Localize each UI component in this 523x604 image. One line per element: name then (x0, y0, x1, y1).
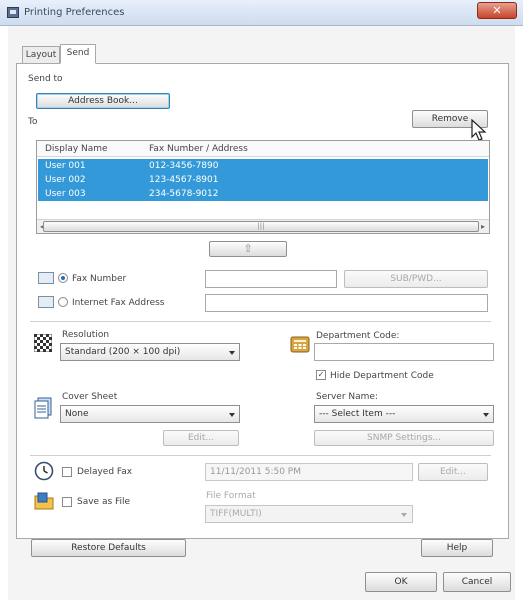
row-display-name: User 003 (45, 189, 86, 199)
internet-fax-radio[interactable] (58, 297, 68, 307)
cover-sheet-edit-button[interactable]: Edit... (163, 430, 239, 446)
delayed-fax-label: Delayed Fax (77, 467, 133, 477)
tab-send[interactable]: Send (60, 44, 96, 64)
department-code-label: Department Code: (316, 331, 400, 341)
snmp-settings-button[interactable]: SNMP Settings... (314, 430, 494, 446)
server-name-select[interactable]: --- Select Item --- (314, 405, 494, 423)
chevron-down-icon (229, 351, 235, 355)
file-format-select[interactable]: TIFF(MULTI) (205, 505, 413, 523)
resolution-label: Resolution (62, 330, 110, 340)
delayed-fax-datetime-value: 11/11/2011 5:50 PM (210, 467, 301, 477)
ok-button[interactable]: OK (365, 572, 437, 592)
table-row[interactable]: User 001 012-3456-7890 (38, 159, 488, 173)
save-as-file-checkbox[interactable] (62, 497, 72, 507)
server-name-value: --- Select Item --- (319, 409, 396, 419)
cover-sheet-icon (34, 397, 52, 419)
send-to-label: Send to (28, 74, 63, 84)
scrollbar-thumb[interactable]: ||| (43, 221, 479, 232)
recipient-list-header: Display Name Fax Number / Address (37, 141, 489, 157)
fax-icon (38, 272, 54, 284)
row-display-name: User 002 (45, 175, 86, 185)
row-fax-number: 234-5678-9012 (149, 189, 219, 199)
internet-fax-icon (38, 296, 54, 308)
table-row[interactable]: User 002 123-4567-8901 (38, 173, 488, 187)
recipient-list[interactable]: Display Name Fax Number / Address User 0… (36, 140, 490, 234)
mouse-cursor-icon (471, 118, 487, 141)
table-row[interactable]: User 003 234-5678-9012 (38, 187, 488, 201)
cover-sheet-label: Cover Sheet (62, 392, 118, 402)
separator (30, 321, 491, 322)
printer-app-icon (7, 7, 19, 18)
cancel-button[interactable]: Cancel (443, 572, 511, 592)
sub-pwd-button[interactable]: SUB/PWD... (344, 270, 488, 288)
restore-defaults-button[interactable]: Restore Defaults (31, 539, 186, 557)
clock-icon (34, 461, 54, 481)
cover-sheet-select[interactable]: None (60, 405, 240, 423)
file-format-value: TIFF(MULTI) (210, 509, 262, 519)
internet-fax-input[interactable] (205, 294, 488, 312)
help-button[interactable]: Help (421, 539, 493, 557)
folder-icon (34, 492, 54, 510)
hide-department-code-checkbox[interactable]: ✓ (316, 370, 326, 380)
hide-department-code-label: Hide Department Code (330, 371, 434, 381)
row-fax-number: 123-4567-8901 (149, 175, 219, 185)
server-name-label: Server Name: (316, 392, 378, 402)
department-code-input[interactable] (314, 343, 494, 361)
chevron-down-icon (229, 413, 235, 417)
row-fax-number: 012-3456-7890 (149, 161, 219, 171)
row-display-name: User 001 (45, 161, 86, 171)
delayed-fax-checkbox[interactable] (62, 467, 72, 477)
column-display-name[interactable]: Display Name (45, 144, 108, 154)
file-format-label: File Format (206, 491, 256, 501)
chevron-down-icon (483, 413, 489, 417)
fax-number-label: Fax Number (72, 274, 127, 284)
internet-fax-label: Internet Fax Address (72, 298, 165, 308)
tab-layout[interactable]: Layout (22, 46, 60, 64)
save-as-file-label: Save as File (77, 497, 131, 507)
fax-number-radio[interactable] (58, 273, 68, 283)
column-fax-number[interactable]: Fax Number / Address (149, 144, 248, 154)
checkerboard-resolution-icon (34, 334, 52, 352)
address-book-button[interactable]: Address Book... (36, 93, 170, 109)
scroll-right-icon[interactable]: ▸ (481, 222, 485, 231)
delayed-fax-edit-button[interactable]: Edit... (418, 463, 488, 481)
to-label: To (28, 117, 38, 127)
resolution-select[interactable]: Standard (200 × 100 dpi) (60, 343, 240, 361)
fax-number-input[interactable] (205, 270, 337, 288)
resolution-value: Standard (200 × 100 dpi) (65, 347, 181, 357)
close-button[interactable]: ✕ (477, 2, 517, 19)
horizontal-scrollbar[interactable]: ◂ ||| ▸ (37, 219, 489, 233)
separator (30, 455, 491, 456)
department-keypad-icon (290, 336, 310, 353)
window-title: Printing Preferences (24, 7, 125, 18)
delayed-fax-datetime[interactable]: 11/11/2011 5:50 PM (205, 463, 413, 481)
chevron-down-icon (401, 513, 407, 517)
add-recipient-arrow-button[interactable]: ⇧ (209, 241, 287, 257)
cover-sheet-value: None (65, 409, 89, 419)
